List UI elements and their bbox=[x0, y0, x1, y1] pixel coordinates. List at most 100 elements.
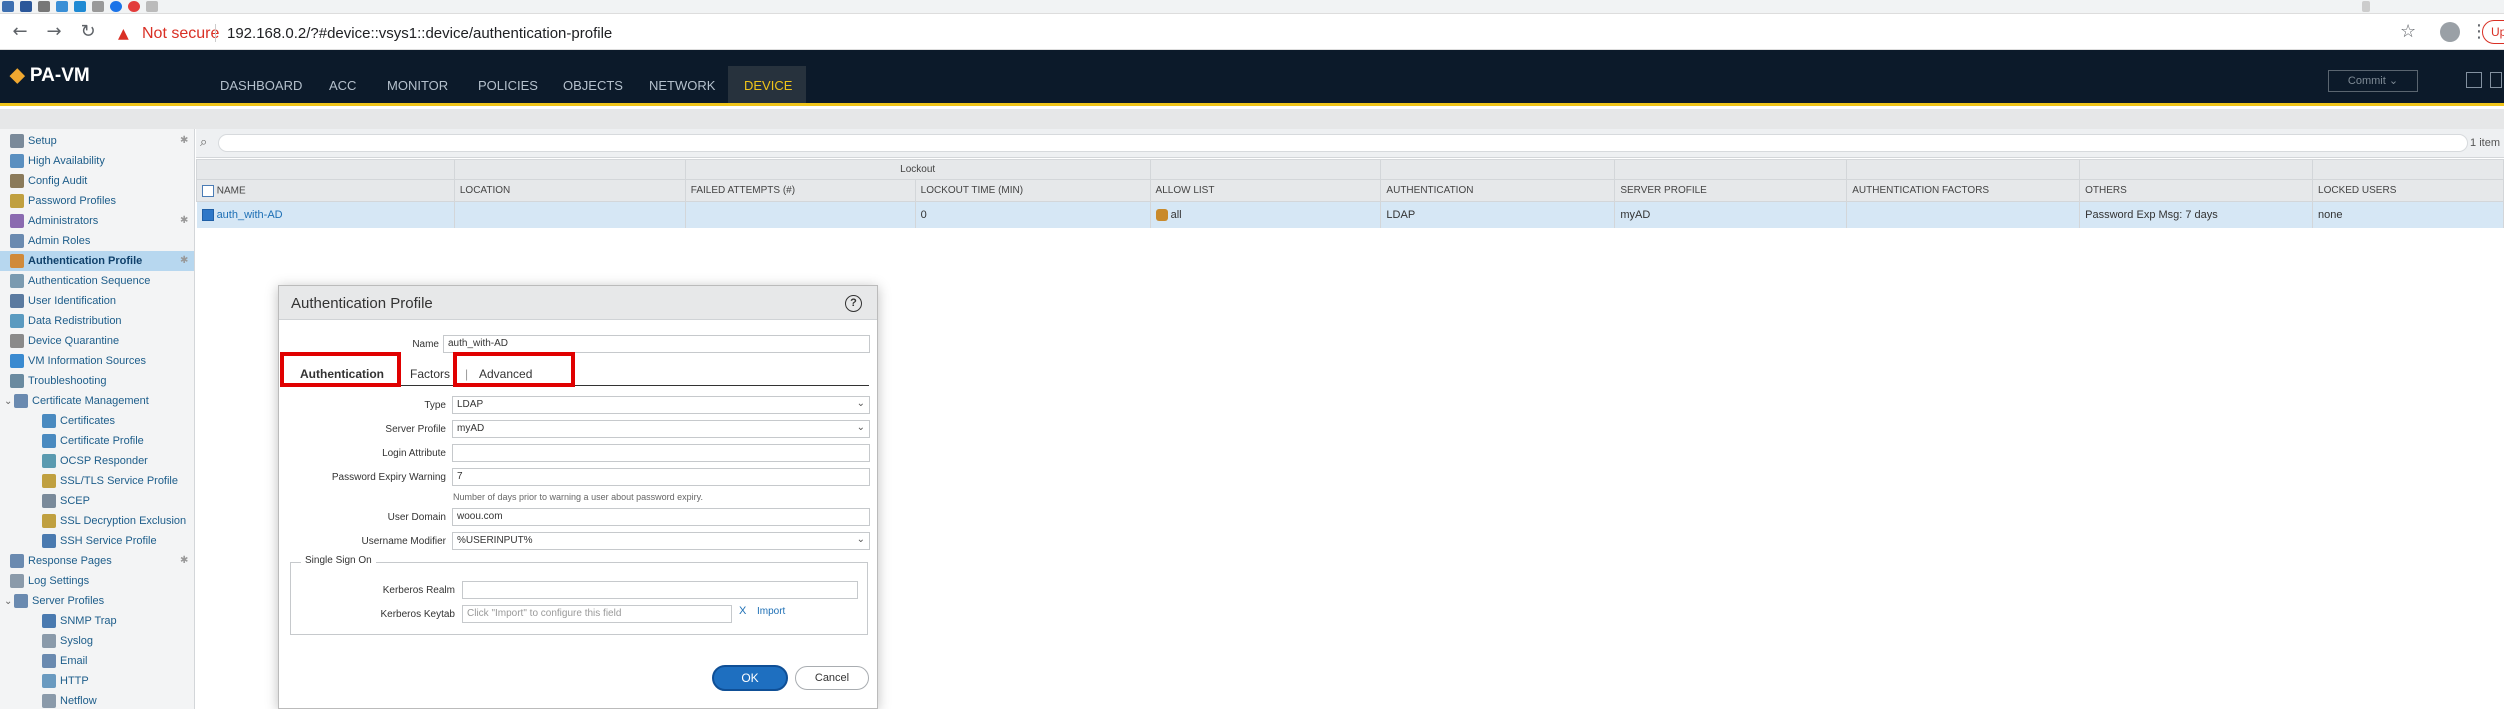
column-header-spacer bbox=[1846, 159, 2081, 180]
tab-device[interactable]: DEVICE bbox=[744, 78, 792, 93]
table-row[interactable]: auth_with-AD 0 all LDAP myAD Password Ex… bbox=[196, 201, 2504, 228]
sidebar-item-icon bbox=[10, 574, 24, 589]
password-expiry-input[interactable]: 7 bbox=[452, 468, 870, 486]
sidebar-item-device-quarantine[interactable]: Device Quarantine bbox=[0, 331, 194, 351]
sidebar-item-data-redistribution[interactable]: Data Redistribution bbox=[0, 311, 194, 331]
column-header-authentication[interactable]: AUTHENTICATION bbox=[1380, 179, 1616, 202]
column-header-locked-users[interactable]: LOCKED USERS bbox=[2312, 179, 2504, 202]
clear-keytab-icon[interactable]: X bbox=[739, 605, 746, 617]
sidebar-item-snmp-trap[interactable]: SNMP Trap bbox=[0, 611, 194, 631]
import-link[interactable]: Import bbox=[757, 606, 785, 617]
kerberos-keytab-input[interactable]: Click "Import" to configure this field bbox=[462, 605, 732, 623]
profile-avatar[interactable] bbox=[2440, 22, 2460, 42]
tab-monitor[interactable]: MONITOR bbox=[387, 78, 448, 93]
bookmark-icon[interactable] bbox=[74, 1, 86, 12]
profile-name-link[interactable]: auth_with-AD bbox=[217, 209, 283, 221]
chevron-down-icon: ⌄ bbox=[856, 398, 865, 409]
column-header-failed-attempts[interactable]: FAILED ATTEMPTS (#) bbox=[684, 179, 916, 202]
column-header-name[interactable]: NAME bbox=[196, 179, 455, 202]
sidebar-item-certificate-profile[interactable]: Certificate Profile bbox=[0, 431, 194, 451]
sidebar-item-scep[interactable]: SCEP bbox=[0, 491, 194, 511]
chevron-down-icon[interactable]: ⌄ bbox=[4, 392, 14, 412]
tab-acc[interactable]: ACC bbox=[329, 78, 356, 93]
row-checkbox[interactable] bbox=[201, 208, 214, 221]
name-input[interactable]: auth_with-AD bbox=[443, 335, 870, 353]
bookmark-icon[interactable] bbox=[146, 1, 158, 12]
forward-icon[interactable]: → bbox=[42, 20, 66, 44]
column-header-spacer bbox=[453, 159, 686, 180]
sidebar-item-log-settings[interactable]: Log Settings bbox=[0, 571, 194, 591]
tab-policies[interactable]: POLICIES bbox=[478, 78, 538, 93]
commit-button[interactable]: Commit ⌄ bbox=[2328, 70, 2418, 92]
url-input[interactable]: 192.168.0.2/?#device::vsys1::device/auth… bbox=[227, 25, 612, 42]
sidebar-item-icon bbox=[10, 314, 24, 329]
sidebar-item-vm-information-sources[interactable]: VM Information Sources bbox=[0, 351, 194, 371]
sidebar-item-response-pages[interactable]: Response Pages ✱ bbox=[0, 551, 194, 571]
sidebar-item-syslog[interactable]: Syslog bbox=[0, 631, 194, 651]
help-icon[interactable]: ? bbox=[845, 295, 862, 312]
cancel-button[interactable]: Cancel bbox=[795, 666, 869, 690]
sidebar-item-ssl-tls-service-profile[interactable]: SSL/TLS Service Profile bbox=[0, 471, 194, 491]
column-header-allow-list[interactable]: ALLOW LIST bbox=[1149, 179, 1382, 202]
type-select[interactable]: LDAP ⌄ bbox=[452, 396, 870, 414]
column-header-others[interactable]: OTHERS bbox=[2079, 179, 2314, 202]
bookmark-icon[interactable] bbox=[2, 1, 14, 12]
sidebar-item-ssh-service-profile[interactable]: SSH Service Profile bbox=[0, 531, 194, 551]
select-all-checkbox[interactable] bbox=[202, 184, 214, 197]
bookmark-icon[interactable] bbox=[128, 1, 140, 12]
sidebar-item-authentication-profile[interactable]: Authentication Profile ✱ bbox=[0, 251, 194, 271]
sidebar-item-label: Setup bbox=[28, 135, 57, 147]
sidebar-item-admin-roles[interactable]: Admin Roles bbox=[0, 231, 194, 251]
login-attribute-input[interactable] bbox=[452, 444, 870, 462]
username-modifier-select[interactable]: %USERINPUT% ⌄ bbox=[452, 532, 870, 550]
sidebar-item-authentication-sequence[interactable]: Authentication Sequence bbox=[0, 271, 194, 291]
ok-button[interactable]: OK bbox=[712, 665, 788, 691]
sidebar-item-high-availability[interactable]: High Availability bbox=[0, 151, 194, 171]
chevron-down-icon[interactable]: ⌄ bbox=[4, 592, 14, 612]
bookmark-icon[interactable] bbox=[38, 1, 50, 12]
server-profile-select[interactable]: myAD ⌄ bbox=[452, 420, 870, 438]
tab-network[interactable]: NETWORK bbox=[649, 78, 715, 93]
tab-dashboard[interactable]: DASHBOARD bbox=[220, 78, 302, 93]
sidebar-item-netflow[interactable]: Netflow bbox=[0, 691, 194, 709]
sidebar-item-email[interactable]: Email bbox=[0, 651, 194, 671]
column-header-auth-factors[interactable]: AUTHENTICATION FACTORS bbox=[1846, 179, 2081, 202]
sidebar-item-server-profiles[interactable]: ⌄ Server Profiles bbox=[0, 591, 194, 611]
tab-factors[interactable]: Factors bbox=[410, 367, 450, 381]
sidebar-item-ssl-decryption-exclusion[interactable]: SSL Decryption Exclusion bbox=[0, 511, 194, 531]
sidebar-item-troubleshooting[interactable]: Troubleshooting bbox=[0, 371, 194, 391]
column-header-location[interactable]: LOCATION bbox=[453, 179, 686, 202]
sidebar-item-http[interactable]: HTTP bbox=[0, 671, 194, 691]
cell-name[interactable]: auth_with-AD bbox=[196, 201, 455, 228]
bookmark-icon[interactable] bbox=[92, 1, 104, 12]
sidebar-item-administrators[interactable]: Administrators ✱ bbox=[0, 211, 194, 231]
sidebar-item-config-audit[interactable]: Config Audit bbox=[0, 171, 194, 191]
sidebar-item-label: Certificates bbox=[60, 415, 116, 427]
sidebar-item-user-identification[interactable]: User Identification bbox=[0, 291, 194, 311]
sidebar-item-icon bbox=[10, 154, 24, 169]
back-icon[interactable]: ← bbox=[8, 20, 32, 44]
chevron-down-icon: ⌄ bbox=[856, 422, 865, 433]
filter-input[interactable] bbox=[218, 134, 2468, 152]
config-lock-icon[interactable] bbox=[2466, 72, 2482, 88]
tab-objects[interactable]: OBJECTS bbox=[563, 78, 623, 93]
pending-change-icon: ✱ bbox=[180, 555, 189, 566]
sidebar-item-certificate-management[interactable]: ⌄ Certificate Management bbox=[0, 391, 194, 411]
sidebar-item-password-profiles[interactable]: Password Profiles bbox=[0, 191, 194, 211]
sidebar-item-certificates[interactable]: Certificates bbox=[0, 411, 194, 431]
bookmark-icon[interactable] bbox=[56, 1, 68, 12]
update-button[interactable]: Upd bbox=[2482, 20, 2504, 44]
bookmark-star-icon[interactable]: ☆ bbox=[2400, 21, 2416, 42]
kerberos-realm-input[interactable] bbox=[462, 581, 858, 599]
config-save-icon[interactable] bbox=[2490, 72, 2502, 88]
bookmark-icon[interactable] bbox=[20, 1, 32, 12]
column-header-server-profile[interactable]: SERVER PROFILE bbox=[1614, 179, 1848, 202]
bookmark-icon[interactable] bbox=[110, 1, 122, 12]
reload-icon[interactable]: ↻ bbox=[76, 20, 100, 44]
user-domain-input[interactable]: woou.com bbox=[452, 508, 870, 526]
column-header-lockout-time[interactable]: LOCKOUT TIME (MIN) bbox=[914, 179, 1151, 202]
sidebar-item-ocsp-responder[interactable]: OCSP Responder bbox=[0, 451, 194, 471]
lockout-group-header: Lockout bbox=[684, 159, 1151, 180]
sidebar-item-setup[interactable]: Setup ✱ bbox=[0, 131, 194, 151]
not-secure-label[interactable]: Not secure bbox=[142, 25, 219, 43]
